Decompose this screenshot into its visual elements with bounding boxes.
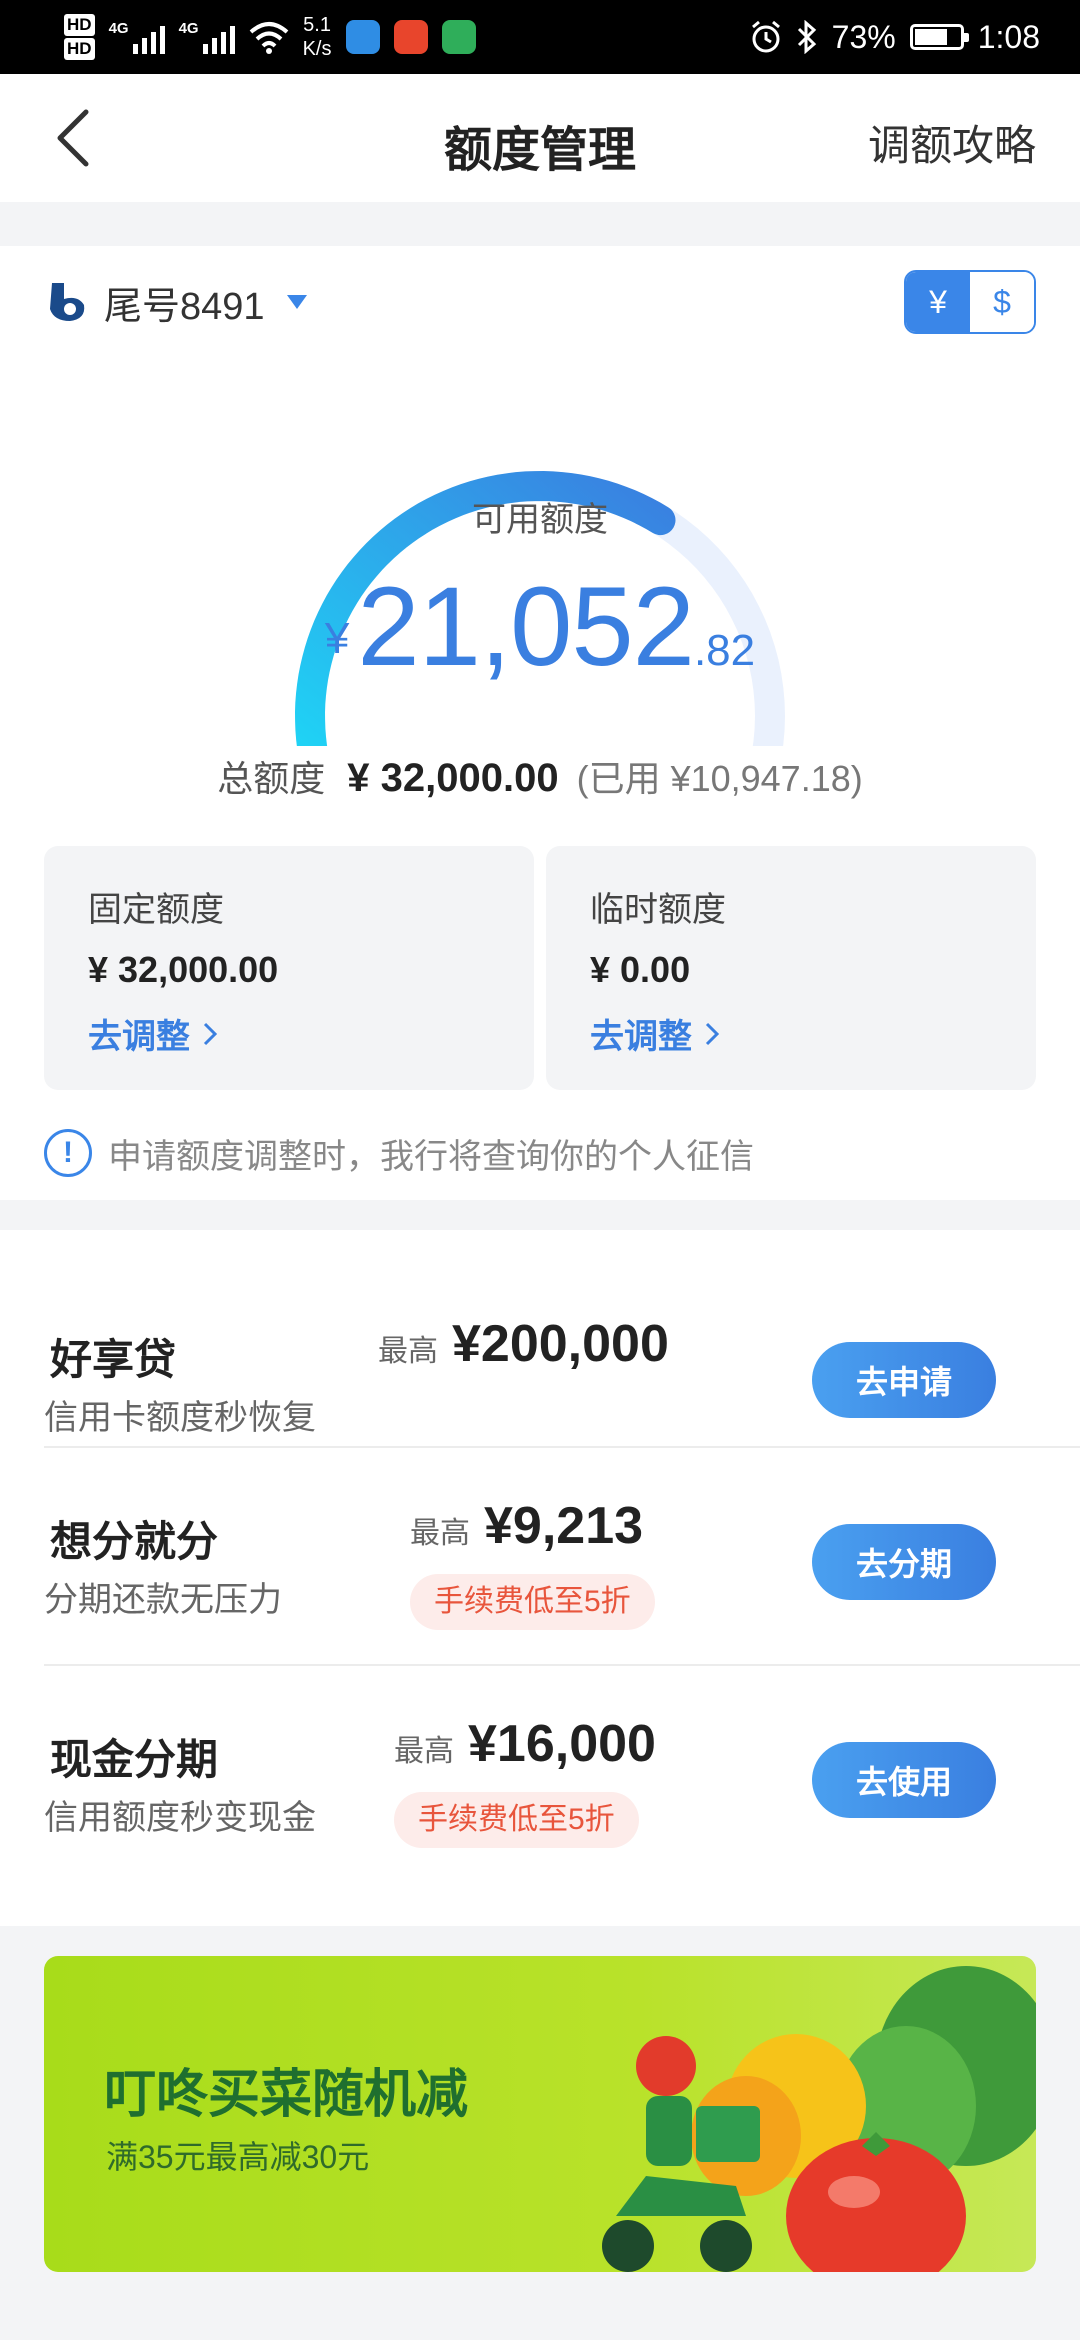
- used-amount: (已用 ¥10,947.18): [576, 758, 863, 799]
- battery-icon: [909, 24, 969, 50]
- max-value: ¥9,213: [484, 1497, 644, 1555]
- product-desc: 信用额度秒变现金: [44, 1799, 316, 1837]
- speed-value: 5.1: [303, 14, 331, 36]
- hd-label-1: HD: [64, 14, 95, 36]
- temporary-quota-title: 临时额度: [590, 891, 726, 929]
- network-type-1: 4G: [108, 20, 129, 37]
- product-desc: 分期还款无压力: [44, 1581, 282, 1619]
- chevron-right-icon: [203, 1022, 218, 1045]
- currency-toggle[interactable]: ¥ $: [904, 270, 1036, 334]
- use-button[interactable]: 去使用: [812, 1742, 996, 1818]
- info-icon: !: [44, 1129, 92, 1177]
- app-notification-icon: [393, 20, 428, 54]
- app-notification-icon: [441, 20, 476, 54]
- bank-logo-icon: [50, 283, 85, 321]
- fixed-quota-box: 固定额度 ¥ 32,000.00 去调整: [44, 846, 534, 1090]
- network-type-2: 4G: [178, 20, 199, 37]
- max-label: 最高: [394, 1735, 454, 1768]
- temporary-quota-box: 临时额度 ¥ 0.00 去调整: [546, 846, 1036, 1090]
- available-quota-label: 可用额度: [472, 501, 608, 539]
- quota-card: 尾号8491 ¥ $ 可用额度 ¥21,052.82 总额度 ¥ 32,000.0…: [0, 246, 1080, 1200]
- vegetables-illustration: [602, 1966, 1036, 2272]
- notice-text: 申请额度调整时，我行将查询你的个人征信: [108, 1137, 754, 1176]
- currency-symbol: ¥: [324, 614, 350, 663]
- fixed-adjust-label: 去调整: [88, 1018, 190, 1056]
- list-item: 好享贷 信用卡额度秒恢复 最高 ¥200,000 去申请: [44, 1230, 1080, 1448]
- max-value: ¥200,000: [452, 1315, 669, 1373]
- fee-discount-badge: 手续费低至5折: [410, 1574, 655, 1630]
- card-selector[interactable]: 尾号8491: [44, 274, 307, 330]
- temporary-adjust-link[interactable]: 去调整: [590, 1009, 992, 1058]
- product-max: 最高 ¥16,000: [394, 1714, 656, 1774]
- credit-check-notice: ! 申请额度调整时，我行将查询你的个人征信: [44, 1128, 754, 1178]
- alarm-icon: [751, 20, 780, 53]
- fixed-adjust-link[interactable]: 去调整: [88, 1009, 490, 1058]
- wifi-icon: [249, 22, 288, 54]
- banner-title: 叮咚买菜随机减: [104, 2066, 469, 2124]
- total-quota-line: 总额度 ¥ 32,000.00 (已用 ¥10,947.18): [0, 750, 1080, 802]
- list-item: 想分就分 分期还款无压力 最高 ¥9,213 手续费低至5折 去分期: [44, 1448, 1080, 1666]
- max-label: 最高: [410, 1517, 470, 1550]
- available-integer: 21,052: [357, 564, 695, 689]
- chevron-right-icon: [705, 1022, 720, 1045]
- bluetooth-icon: [797, 20, 816, 54]
- promo-banner[interactable]: 叮咚买菜随机减 满35元最高减30元: [44, 1956, 1036, 2272]
- hd-label-2: HD: [64, 38, 95, 60]
- temporary-quota-value: ¥ 0.00: [590, 949, 691, 990]
- available-decimal: .82: [693, 626, 756, 675]
- battery-percent: 73%: [831, 18, 896, 55]
- currency-rmb-option[interactable]: ¥: [906, 272, 970, 332]
- product-name: 现金分期: [50, 1736, 219, 1783]
- clock: 1:08: [977, 18, 1040, 55]
- installment-button[interactable]: 去分期: [812, 1524, 996, 1600]
- speed-unit: K/s: [302, 38, 332, 60]
- max-value: ¥16,000: [468, 1715, 656, 1773]
- card-number-label: 尾号8491: [104, 285, 265, 328]
- total-quota-value: ¥ 32,000.00: [347, 756, 559, 800]
- apply-button[interactable]: 去申请: [812, 1342, 996, 1418]
- status-left: HD HD 4G 4G 5.1 K/s: [64, 8, 476, 66]
- product-name: 好享贷: [50, 1336, 177, 1383]
- caret-down-icon: [286, 295, 307, 309]
- temporary-adjust-label: 去调整: [590, 1018, 692, 1056]
- status-bar: HD HD 4G 4G 5.1 K/s 73% 1:08: [0, 0, 1080, 74]
- network-speed: 5.1 K/s: [303, 13, 332, 61]
- total-quota-label: 总额度: [217, 758, 326, 799]
- app-notification-icon: [345, 20, 380, 54]
- nav-bar: 额度管理 调额攻略: [0, 74, 1080, 202]
- fee-discount-badge: 手续费低至5折: [394, 1792, 639, 1848]
- adjust-guide-link[interactable]: 调额攻略: [868, 112, 1036, 173]
- signal-icon-2: 4G: [179, 20, 235, 54]
- product-max: 最高 ¥200,000: [378, 1314, 669, 1374]
- max-label: 最高: [378, 1335, 438, 1368]
- currency-usd-option[interactable]: $: [970, 272, 1034, 332]
- product-name: 想分就分: [50, 1518, 219, 1565]
- product-desc: 信用卡额度秒恢复: [44, 1399, 316, 1437]
- fixed-quota-value: ¥ 32,000.00: [88, 949, 279, 990]
- product-max: 最高 ¥9,213: [410, 1496, 643, 1556]
- available-quota-amount: ¥21,052.82: [0, 562, 1080, 691]
- list-item: 现金分期 信用额度秒变现金 最高 ¥16,000 手续费低至5折 去使用: [44, 1666, 1080, 1884]
- status-right: 73% 1:08: [750, 8, 1040, 66]
- banner-subtitle: 满35元最高减30元: [106, 2139, 370, 2175]
- product-list: 好享贷 信用卡额度秒恢复 最高 ¥200,000 去申请 想分就分 分期还款无压力…: [0, 1230, 1080, 1926]
- signal-icon: 4G: [109, 20, 165, 54]
- fixed-quota-title: 固定额度: [88, 891, 224, 929]
- hd-indicator: HD HD: [64, 13, 95, 61]
